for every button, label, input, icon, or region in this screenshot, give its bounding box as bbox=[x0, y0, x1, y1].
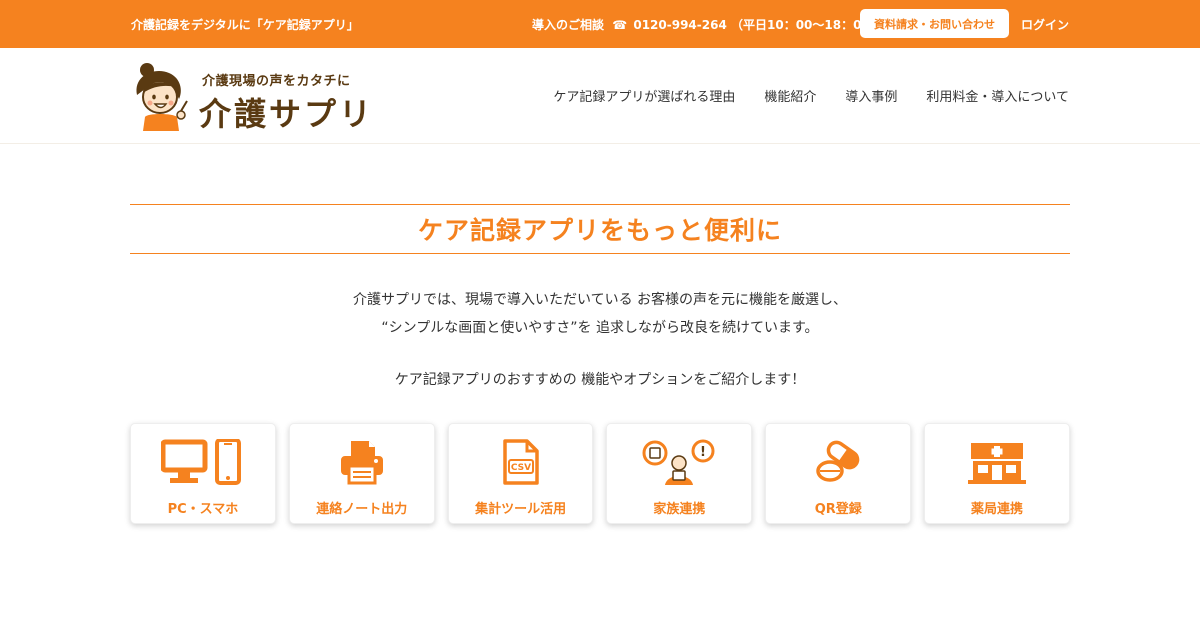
feature-label: QR登録 bbox=[814, 502, 862, 517]
svg-text:CSV: CSV bbox=[510, 463, 530, 473]
phone-icon: ☎ bbox=[612, 18, 628, 32]
caregiver-mascot-icon bbox=[136, 63, 188, 131]
feature-card-pharmacy[interactable]: 薬局連携 bbox=[924, 423, 1070, 524]
contact-label: 導入のご相談 bbox=[532, 18, 605, 32]
pc-smartphone-icon bbox=[160, 439, 241, 485]
topbar-tagline: 介護記録をデジタルに「ケア記録アプリ」 bbox=[131, 18, 359, 32]
intro-line-2: “シンプルな画面と使いやすさ”を 追求しながら改良を続けています。 bbox=[381, 320, 819, 336]
intro-line-1: 介護サプリでは、現場で導入いただいている お客様の声を元に機能を厳選し、 bbox=[352, 292, 848, 308]
logo-tagline: 介護現場の声をカタチに bbox=[202, 74, 351, 89]
logo-wordmark: 介護サプリ bbox=[199, 95, 375, 133]
feature-cards: PC・スマホ 連絡ノート出力 CSV 集計ツール活用 ! 家族連携 QR登録 薬… bbox=[130, 423, 1070, 524]
feature-card-family[interactable]: ! 家族連携 bbox=[606, 423, 753, 524]
main-nav: ケア記録アプリが選ばれる理由 機能紹介 導入事例 利用料金・導入について bbox=[553, 86, 1069, 105]
pills-icon bbox=[816, 440, 860, 482]
nav-item-features[interactable]: 機能紹介 bbox=[764, 86, 816, 105]
nav-item-reasons[interactable]: ケア記録アプリが選ばれる理由 bbox=[553, 86, 735, 105]
csv-file-icon: CSV bbox=[502, 439, 539, 485]
feature-card-note-output[interactable]: 連絡ノート出力 bbox=[288, 423, 435, 524]
inquiry-button[interactable]: 資料請求・お問い合わせ bbox=[860, 9, 1009, 38]
family-chat-icon: ! bbox=[642, 439, 715, 485]
section-title-frame: ケア記録アプリをもっと便利に bbox=[130, 204, 1070, 254]
site-header: 介護現場の声をカタチに 介護サプリ ケア記録アプリが選ばれる理由 機能紹介 導入… bbox=[0, 48, 1200, 144]
feature-label: 薬局連携 bbox=[971, 502, 1024, 517]
feature-card-pc-smartphone[interactable]: PC・スマホ bbox=[130, 423, 276, 524]
intro-line-3: ケア記録アプリのおすすめの 機能やオプションをご紹介します！ bbox=[394, 372, 806, 388]
feature-card-aggregation-tool[interactable]: CSV 集計ツール活用 bbox=[447, 423, 594, 524]
top-bar: 介護記録をデジタルに「ケア記録アプリ」 導入のご相談 ☎ 0120-994-26… bbox=[0, 0, 1200, 48]
nav-item-pricing[interactable]: 利用料金・導入について bbox=[926, 86, 1069, 105]
printer-icon bbox=[340, 441, 383, 485]
pharmacy-icon bbox=[968, 443, 1027, 484]
feature-label: 集計ツール活用 bbox=[475, 502, 567, 517]
feature-label: PC・スマホ bbox=[167, 502, 239, 517]
intro-text: 介護サプリでは、現場で導入いただいている お客様の声を元に機能を厳選し、 “シン… bbox=[130, 286, 1070, 394]
svg-text:!: ! bbox=[700, 445, 706, 460]
feature-label: 家族連携 bbox=[653, 502, 706, 517]
feature-label: 連絡ノート出力 bbox=[316, 502, 408, 517]
login-link[interactable]: ログイン bbox=[1021, 16, 1069, 33]
phone-number[interactable]: 0120-994-264 bbox=[633, 18, 726, 32]
nav-item-case-studies[interactable]: 導入事例 bbox=[845, 86, 897, 105]
page-title: ケア記録アプリをもっと便利に bbox=[417, 216, 782, 245]
site-logo[interactable]: 介護現場の声をカタチに 介護サプリ bbox=[131, 61, 376, 133]
feature-card-qr[interactable]: QR登録 bbox=[765, 423, 912, 524]
contact-info: 導入のご相談 ☎ 0120-994-264 （平日10：00〜18：00） bbox=[532, 16, 882, 33]
